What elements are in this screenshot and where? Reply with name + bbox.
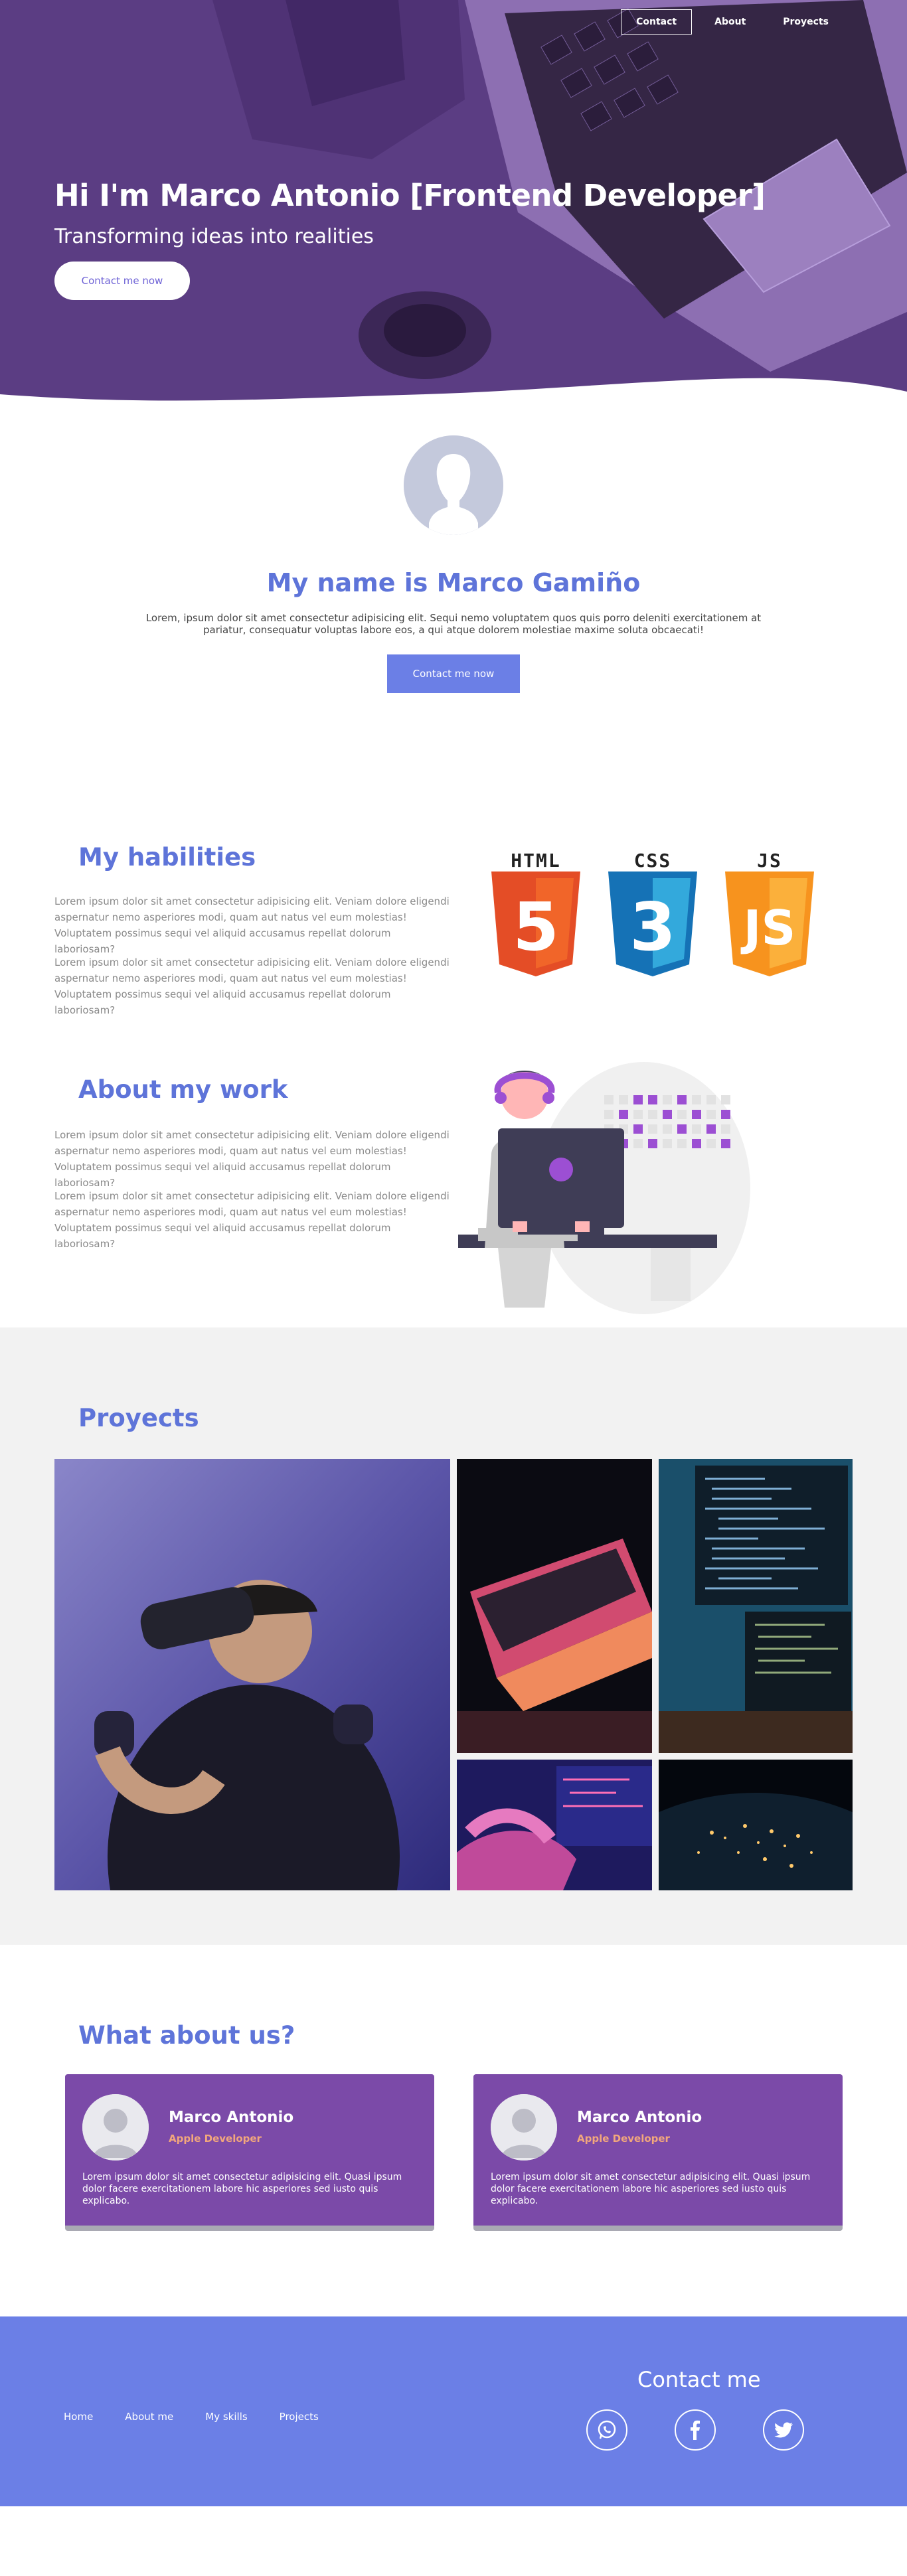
user-avatar-icon bbox=[82, 2094, 149, 2160]
person-silhouette-icon bbox=[404, 435, 503, 535]
intro-section: My name is Marco Gamiño Lorem, ipsum dol… bbox=[0, 405, 907, 777]
html5-label: HTML bbox=[511, 850, 561, 871]
html5-logo: HTML 5 bbox=[491, 850, 580, 982]
card-role: Apple Developer bbox=[577, 2133, 670, 2145]
facebook-button[interactable] bbox=[675, 2409, 716, 2451]
footer-link-about[interactable]: About me bbox=[125, 2411, 173, 2423]
twitter-button[interactable] bbox=[763, 2409, 804, 2451]
top-nav: Contact About Proyects bbox=[621, 9, 843, 35]
card-text: Lorem ipsum dolor sit amet consectetur a… bbox=[491, 2172, 811, 2206]
vr-user-image bbox=[54, 1459, 450, 1890]
work-paragraph-1: Lorem ipsum dolor sit amet consectetur a… bbox=[54, 1129, 450, 1189]
whatsapp-icon bbox=[598, 2420, 616, 2439]
card-name: Marco Antonio bbox=[169, 2109, 294, 2126]
projects-title: Proyects bbox=[78, 1404, 199, 1432]
intro-contact-button[interactable]: Contact me now bbox=[387, 654, 520, 693]
laptop-image bbox=[457, 1459, 652, 1753]
project-tile-code[interactable] bbox=[659, 1459, 853, 1753]
js-number: JS bbox=[740, 900, 796, 956]
card-text: Lorem ipsum dolor sit amet consectetur a… bbox=[82, 2172, 402, 2206]
footer-link-home[interactable]: Home bbox=[64, 2411, 93, 2423]
footer-contact-title: Contact me bbox=[637, 2367, 761, 2392]
css3-shield-icon: 3 bbox=[608, 871, 697, 976]
project-tile-earth[interactable] bbox=[659, 1760, 853, 1890]
js-shield-icon: JS bbox=[725, 871, 814, 976]
card-role: Apple Developer bbox=[169, 2133, 262, 2145]
work-title: About my work bbox=[78, 1075, 288, 1104]
work-paragraph-2: Lorem ipsum dolor sit amet consectetur a… bbox=[54, 1190, 450, 1250]
intro-title: My name is Marco Gamiño bbox=[266, 568, 641, 597]
intro-text: Lorem, ipsum dolor sit amet consectetur … bbox=[145, 612, 762, 636]
card-name: Marco Antonio bbox=[577, 2109, 702, 2126]
css3-label: CSS bbox=[633, 850, 672, 871]
whatsapp-button[interactable] bbox=[586, 2409, 627, 2451]
habilities-paragraph-2: Lorem ipsum dolor sit amet consectetur a… bbox=[54, 956, 450, 1016]
profile-avatar bbox=[404, 435, 503, 535]
code-screens-image bbox=[659, 1459, 853, 1753]
developer-illustration bbox=[458, 1062, 750, 1314]
js-label: JS bbox=[757, 850, 782, 871]
twitter-icon bbox=[774, 2422, 793, 2438]
hero-title: Hi I'm Marco Antonio [Frontend Developer… bbox=[54, 178, 766, 213]
typing-image bbox=[457, 1760, 652, 1890]
footer-link-projects[interactable]: Projects bbox=[280, 2411, 319, 2423]
team-card: Marco Antonio Apple Developer Lorem ipsu… bbox=[65, 2074, 434, 2231]
team-card: Marco Antonio Apple Developer Lorem ipsu… bbox=[473, 2074, 843, 2231]
html5-number: 5 bbox=[513, 888, 559, 966]
avatar bbox=[82, 2094, 149, 2160]
js-logo: JS JS bbox=[725, 850, 814, 982]
about-us-section: What about us? Marco Antonio Apple Devel… bbox=[0, 1945, 907, 2316]
project-tile-vr[interactable] bbox=[54, 1459, 450, 1890]
facebook-icon bbox=[691, 2420, 700, 2440]
earth-night-image bbox=[659, 1760, 853, 1890]
footer-link-skills[interactable]: My skills bbox=[205, 2411, 247, 2423]
hero-contact-button[interactable]: Contact me now bbox=[54, 262, 190, 300]
html5-shield-icon: 5 bbox=[491, 871, 580, 976]
nav-contact[interactable]: Contact bbox=[621, 9, 693, 35]
project-tile-laptop[interactable] bbox=[457, 1459, 652, 1753]
habilities-section: My habilities Lorem ipsum dolor sit amet… bbox=[0, 777, 907, 1029]
work-section: About my work Lorem ipsum dolor sit amet… bbox=[0, 1029, 907, 1327]
css3-number: 3 bbox=[629, 888, 676, 966]
css3-logo: CSS 3 bbox=[608, 850, 697, 982]
hero-subtitle: Transforming ideas into realities bbox=[54, 225, 374, 248]
habilities-paragraph-1: Lorem ipsum dolor sit amet consectetur a… bbox=[54, 895, 450, 955]
about-us-title: What about us? bbox=[78, 2021, 295, 2050]
hero-text: Hi I'm Marco Antonio [Frontend Developer… bbox=[54, 178, 766, 300]
nav-about[interactable]: About bbox=[700, 10, 760, 34]
projects-section: Proyects bbox=[0, 1327, 907, 1945]
footer-links: Home About me My skills Projects bbox=[64, 2411, 319, 2423]
project-tile-typing[interactable] bbox=[457, 1760, 652, 1890]
user-avatar-icon bbox=[491, 2094, 557, 2160]
footer: Home About me My skills Projects Contact… bbox=[0, 2316, 907, 2506]
avatar bbox=[491, 2094, 557, 2160]
nav-proyects[interactable]: Proyects bbox=[768, 10, 843, 34]
hero-section: Contact About Proyects Hi I'm Marco Anto… bbox=[0, 0, 907, 405]
habilities-title: My habilities bbox=[78, 843, 256, 871]
